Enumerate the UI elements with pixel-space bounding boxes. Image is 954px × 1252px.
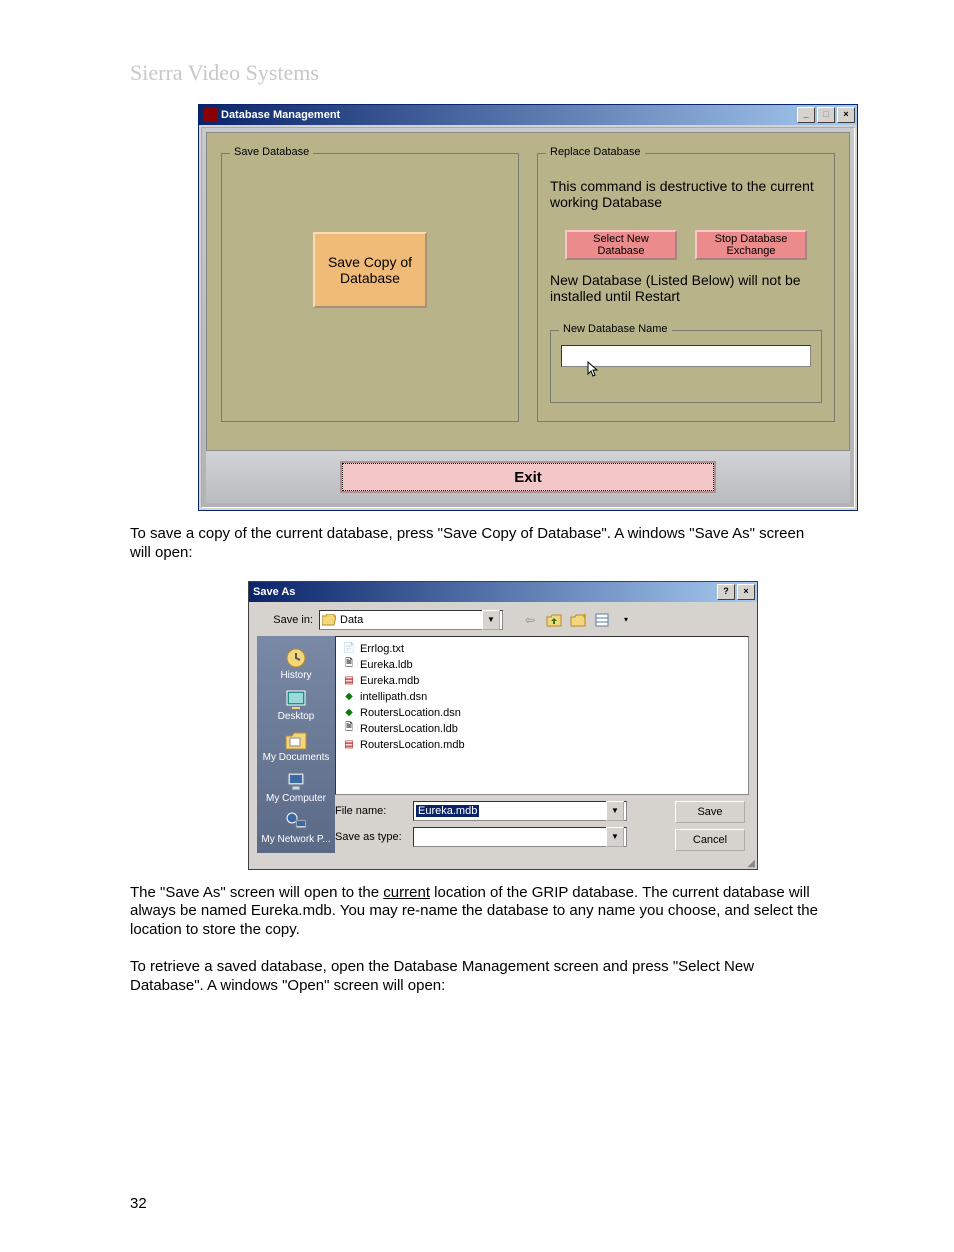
history-icon xyxy=(282,646,310,670)
list-item[interactable]: ▤Eureka.mdb xyxy=(342,673,742,689)
save-as-title: Save As xyxy=(253,586,295,598)
places-history[interactable]: History xyxy=(257,644,335,681)
save-in-value: Data xyxy=(340,614,363,626)
new-database-name-label: New Database Name xyxy=(559,323,672,335)
new-database-name-group: New Database Name xyxy=(550,330,822,403)
places-mynetwork[interactable]: My Network P... xyxy=(257,808,335,845)
ldb-file-icon: 🗎 xyxy=(342,722,356,736)
places-mycomputer-label: My Computer xyxy=(266,793,326,804)
db-mgmt-titlebar: Database Management _ □ × xyxy=(199,105,857,125)
close-button[interactable]: × xyxy=(837,107,855,123)
resize-grip-icon[interactable]: ◢ xyxy=(249,861,757,869)
save-copy-button[interactable]: Save Copy of Database xyxy=(313,232,427,308)
chevron-down-icon[interactable]: ▼ xyxy=(606,827,624,847)
chevron-down-icon[interactable]: ▼ xyxy=(606,801,624,821)
desktop-icon xyxy=(282,687,310,711)
save-in-combo[interactable]: Data ▼ xyxy=(319,610,503,630)
back-icon[interactable]: ⇦ xyxy=(521,611,539,629)
chevron-down-icon[interactable]: ▼ xyxy=(482,610,500,630)
replace-database-group-label: Replace Database xyxy=(546,146,645,158)
views-dropdown-icon[interactable]: ▾ xyxy=(617,611,635,629)
new-folder-icon[interactable]: ✶ xyxy=(569,611,587,629)
help-button[interactable]: ? xyxy=(717,584,735,600)
close-button[interactable]: × xyxy=(737,584,755,600)
cancel-button[interactable]: Cancel xyxy=(675,829,745,851)
save-in-label: Save in: xyxy=(257,614,313,626)
app-icon xyxy=(203,108,217,122)
list-item[interactable]: 📄Errlog.txt xyxy=(342,641,742,657)
file-list[interactable]: 📄Errlog.txt 🗎Eureka.ldb ▤Eureka.mdb ◆int… xyxy=(335,636,749,795)
list-item[interactable]: ◆RoutersLocation.dsn xyxy=(342,705,742,721)
text-file-icon: 📄 xyxy=(342,642,356,656)
paragraph-1: To save a copy of the current database, … xyxy=(130,525,820,563)
destructive-warning: This command is destructive to the curre… xyxy=(550,178,822,210)
network-icon xyxy=(282,810,310,834)
db-mgmt-title: Database Management xyxy=(221,109,340,121)
save-as-dialog: Save As ? × Save in: Data ▼ ⇦ xyxy=(248,581,758,870)
mdb-file-icon: ▤ xyxy=(342,674,356,688)
select-new-database-button[interactable]: Select New Database xyxy=(565,230,677,260)
replace-database-group: Replace Database This command is destruc… xyxy=(537,153,835,422)
places-desktop-label: Desktop xyxy=(278,711,315,722)
dsn-file-icon: ◆ xyxy=(342,690,356,704)
computer-icon xyxy=(282,769,310,793)
list-item[interactable]: ▤RoutersLocation.mdb xyxy=(342,737,742,753)
mydocs-icon xyxy=(282,728,310,752)
places-bar: History Desktop My Documents My Computer xyxy=(257,636,335,853)
views-icon[interactable] xyxy=(593,611,611,629)
restart-note: New Database (Listed Below) will not be … xyxy=(550,272,822,304)
minimize-button[interactable]: _ xyxy=(797,107,815,123)
places-desktop[interactable]: Desktop xyxy=(257,685,335,722)
list-item[interactable]: ◆intellipath.dsn xyxy=(342,689,742,705)
saveastype-input[interactable]: ▼ xyxy=(413,827,627,847)
folder-open-icon xyxy=(322,614,336,626)
list-item[interactable]: 🗎RoutersLocation.ldb xyxy=(342,721,742,737)
paragraph-3: To retrieve a saved database, open the D… xyxy=(130,958,820,996)
save-button[interactable]: Save xyxy=(675,801,745,823)
db-mgmt-window: Database Management _ □ × Save Database … xyxy=(198,104,858,511)
filename-label: File name: xyxy=(335,805,405,817)
exit-button[interactable]: Exit xyxy=(342,463,714,491)
mdb-file-icon: ▤ xyxy=(342,738,356,752)
filename-value: Eureka.mdb xyxy=(416,805,479,817)
paragraph-2: The "Save As" screen will open to the cu… xyxy=(130,884,820,940)
save-as-titlebar: Save As ? × xyxy=(249,582,757,602)
save-database-group: Save Database Save Copy of Database xyxy=(221,153,519,422)
places-mydocs[interactable]: My Documents xyxy=(257,726,335,763)
new-database-name-input[interactable] xyxy=(561,345,811,367)
ldb-file-icon: 🗎 xyxy=(342,658,356,672)
filename-input[interactable]: Eureka.mdb ▼ xyxy=(413,801,627,821)
svg-text:✶: ✶ xyxy=(581,613,586,621)
page-number: 32 xyxy=(130,1195,894,1212)
up-folder-icon[interactable] xyxy=(545,611,563,629)
list-item[interactable]: 🗎Eureka.ldb xyxy=(342,657,742,673)
save-database-group-label: Save Database xyxy=(230,146,313,158)
stop-database-exchange-button[interactable]: Stop Database Exchange xyxy=(695,230,807,260)
places-history-label: History xyxy=(280,670,311,681)
maximize-button[interactable]: □ xyxy=(817,107,835,123)
dsn-file-icon: ◆ xyxy=(342,706,356,720)
places-mynetwork-label: My Network P... xyxy=(261,834,330,845)
saveastype-label: Save as type: xyxy=(335,831,405,843)
doc-header: Sierra Video Systems xyxy=(130,60,894,86)
places-mydocs-label: My Documents xyxy=(263,752,330,763)
places-mycomputer[interactable]: My Computer xyxy=(257,767,335,804)
